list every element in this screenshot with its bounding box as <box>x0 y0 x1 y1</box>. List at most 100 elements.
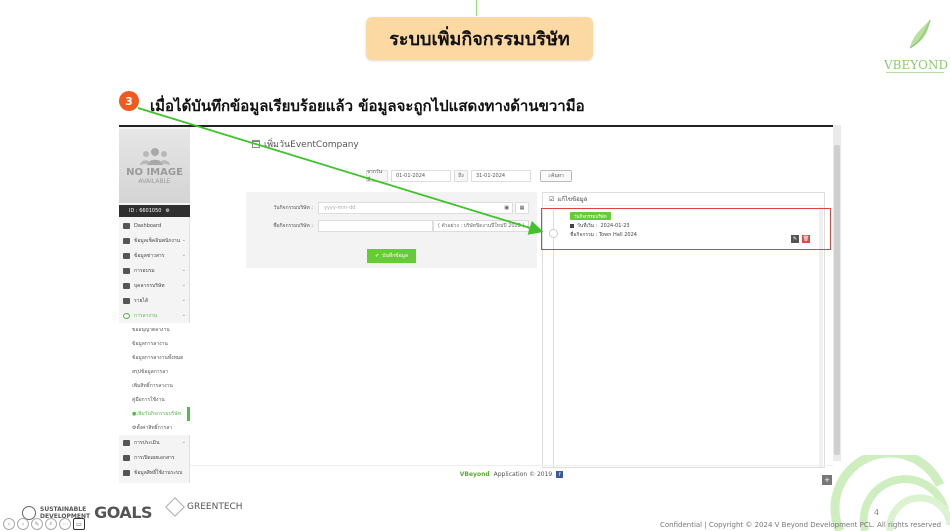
chevron-down-icon: ⌄ <box>181 297 186 303</box>
to-date-input[interactable]: 31-01-2024 <box>471 170 531 182</box>
page-heading-text: เพิ่มวันEventCompany <box>264 140 359 150</box>
greentech-icon <box>165 497 185 517</box>
event-name-row: ชื่อกิจกรรมบริษัท : ( ตัวอย่าง : บริษัทป… <box>246 220 537 232</box>
presentation-controls: ‹ › ✎ ⌕ ⋯ ▭ <box>3 518 85 530</box>
confidential-notice: Confidential | Copyright © 2024 V Beyond… <box>660 521 942 529</box>
camera-icon[interactable]: ▭ <box>73 518 85 530</box>
search-icon[interactable]: ⌕ <box>45 518 57 530</box>
submenu-item-current[interactable]: ● เพิ่มวันกิจกรรมบริษัท <box>119 407 190 421</box>
submenu-item[interactable]: ขออนุญาตลางาน <box>119 323 190 337</box>
chevron-down-icon: ⌄ <box>181 252 186 258</box>
submenu-item[interactable]: สรุปข้อมูลการลา <box>119 365 190 379</box>
chevron-down-icon: ⌄ <box>181 237 186 243</box>
sdg-goals: GOALS <box>94 503 153 522</box>
sidebar-item-label: ข้อมูลเช็คอินพนักงาน <box>134 237 181 244</box>
bar-chart-icon <box>123 439 130 446</box>
calendar-button[interactable]: ▦ <box>515 202 529 214</box>
sidebar-item-label: รายได้ <box>134 297 149 304</box>
calendar-picker-icon[interactable]: ▣ <box>504 205 509 211</box>
sdg-line1: SUSTAINABLE <box>40 505 87 513</box>
save-button-label: บันทึกข้อมูล <box>382 253 408 259</box>
credit-card-icon <box>123 297 130 304</box>
event-date-placeholder: yyyy-mm-dd <box>324 205 356 211</box>
chart-icon <box>123 237 130 244</box>
submenu-item[interactable]: ข้อมูลการลางาน <box>119 337 190 351</box>
sidebar-nav: Dashboard ข้อมูลเช็คอินพนักงาน ⌄ ข้อมูลข่… <box>119 218 190 480</box>
page-scrollbar[interactable] <box>833 125 841 461</box>
submenu-item[interactable]: ข้อมูลการลางานทั้งหมด <box>119 351 190 365</box>
chevron-down-icon: ⌄ <box>181 282 186 288</box>
avatar: NO IMAGE AVAILABLE <box>119 129 190 203</box>
save-button[interactable]: ✔ บันทึกข้อมูล <box>367 249 416 263</box>
step-description: เมื่อได้บันทึกข้อมูลเรียบร้อยแล้ว ข้อมูล… <box>150 97 585 115</box>
edit-icon: ☑ <box>549 195 555 203</box>
app-footer: VBeyond Application © 2019 f <box>190 465 833 483</box>
menu-icon[interactable]: ⋯ <box>59 518 71 530</box>
event-name-input[interactable] <box>318 220 433 232</box>
sidebar-item-news[interactable]: ข้อมูลข่าวสาร ⌄ <box>119 248 190 263</box>
event-list-heading: ☑ แก้ไขข้อมูล <box>543 193 824 206</box>
home-icon <box>123 222 130 229</box>
vbeyond-logo: VBEYOND <box>880 18 948 75</box>
event-date-row: วันกิจกรรมบริษัท : yyyy-mm-dd ▣ ▦ <box>246 202 537 214</box>
logo-underline <box>886 72 944 75</box>
date-filter: จากวันที่ 01-01-2024 ถึง 31-01-2024 ⌕ ค้… <box>366 169 572 183</box>
sidebar-item-permissions[interactable]: ข้อมูลสิทธิ์ใช้งานระบบ <box>119 465 190 480</box>
sidebar: NO IMAGE AVAILABLE ID : 6601050 ⚙ Dashbo… <box>119 127 190 483</box>
event-name-hint: ( ตัวอย่าง : บริษัทปิดงานปีใหม่ปี 2022 ) <box>433 220 530 232</box>
page-number: 4 <box>874 508 880 517</box>
submenu-item-label: เพิ่มวันกิจกรรมบริษัท <box>136 411 182 417</box>
user-icon <box>123 282 130 289</box>
calendar-icon <box>252 140 260 148</box>
sidebar-item-documents[interactable]: การเปิดเผยเอกสาร <box>119 450 190 465</box>
chevron-down-icon: ⌄ <box>181 312 186 318</box>
sidebar-item-income[interactable]: รายได้ ⌄ <box>119 293 190 308</box>
app-screenshot: NO IMAGE AVAILABLE ID : 6601050 ⚙ Dashbo… <box>119 125 833 483</box>
share-icon[interactable]: ⚙ <box>165 208 169 214</box>
leave-submenu: ขออนุญาตลางาน ข้อมูลการลางาน ข้อมูลการลา… <box>119 323 190 435</box>
add-event-form: วันกิจกรรมบริษัท : yyyy-mm-dd ▣ ▦ ชื่อกิ… <box>246 192 537 268</box>
previous-icon[interactable]: ‹ <box>3 518 15 530</box>
user-icon <box>123 469 130 476</box>
user-id-bar[interactable]: ID : 6601050 ⚙ <box>119 205 190 217</box>
chevron-down-icon: ⌄ <box>181 267 186 273</box>
next-icon[interactable]: › <box>17 518 29 530</box>
sidebar-item-label: การประเมิน <box>134 439 160 446</box>
globe-icon <box>123 252 130 259</box>
facebook-icon[interactable]: f <box>556 471 564 478</box>
submenu-item[interactable]: เพิ่มสิทธิ์การลางาน <box>119 379 190 393</box>
event-date-input[interactable]: yyyy-mm-dd ▣ <box>318 202 513 214</box>
sidebar-item-training[interactable]: การอบรม ⌄ <box>119 263 190 278</box>
submenu-item[interactable]: ⚙ ตั้งค่าสิทธิ์การลา <box>119 421 190 435</box>
graduation-cap-icon <box>123 267 130 274</box>
sidebar-item-label: ข้อมูลสิทธิ์ใช้งานระบบ <box>134 469 183 476</box>
sidebar-item-label: Dashboard <box>134 222 162 229</box>
event-date-label: วันกิจกรรมบริษัท : <box>273 205 313 211</box>
from-date-input[interactable]: 01-01-2024 <box>391 170 451 182</box>
top-divider-line <box>476 0 477 16</box>
sidebar-item-label: บุคลากรบริษัท <box>134 282 165 289</box>
sidebar-item-dashboard[interactable]: Dashboard <box>119 218 190 233</box>
slide-title-banner: ระบบเพิ่มกิจกรรมบริษัท <box>366 17 593 60</box>
user-id: ID : 6601050 <box>129 208 162 214</box>
scrollbar-thumb[interactable] <box>834 145 840 455</box>
submenu-item-label: ตั้งค่าสิทธิ์การลา <box>136 425 173 431</box>
sidebar-item-staff[interactable]: บุคลากรบริษัท ⌄ <box>119 278 190 293</box>
search-button[interactable]: ⌕ ค้นหา <box>540 170 572 182</box>
people-icon <box>139 148 170 165</box>
from-date-label: จากวันที่ <box>366 169 388 183</box>
sidebar-item-label: การลางาน <box>134 312 158 319</box>
sidebar-item-leave[interactable]: การลางาน ⌄ <box>119 308 190 323</box>
users-icon <box>123 454 130 461</box>
greentech-logo: GREENTECH <box>165 497 243 517</box>
event-list-heading-text: แก้ไขข้อมูล <box>557 196 588 203</box>
clock-icon <box>123 312 130 319</box>
chevron-down-icon: ⌄ <box>181 439 186 445</box>
leaf-icon <box>909 19 931 49</box>
sidebar-item-checkin[interactable]: ข้อมูลเช็คอินพนักงาน ⌄ <box>119 233 190 248</box>
submenu-item[interactable]: คู่มือการใช้งาน <box>119 393 190 407</box>
pen-icon[interactable]: ✎ <box>31 518 43 530</box>
page-title: เพิ่มวันEventCompany <box>252 137 359 151</box>
sidebar-item-evaluation[interactable]: การประเมิน ⌄ <box>119 435 190 450</box>
footer-brand: VBeyond <box>459 471 490 478</box>
